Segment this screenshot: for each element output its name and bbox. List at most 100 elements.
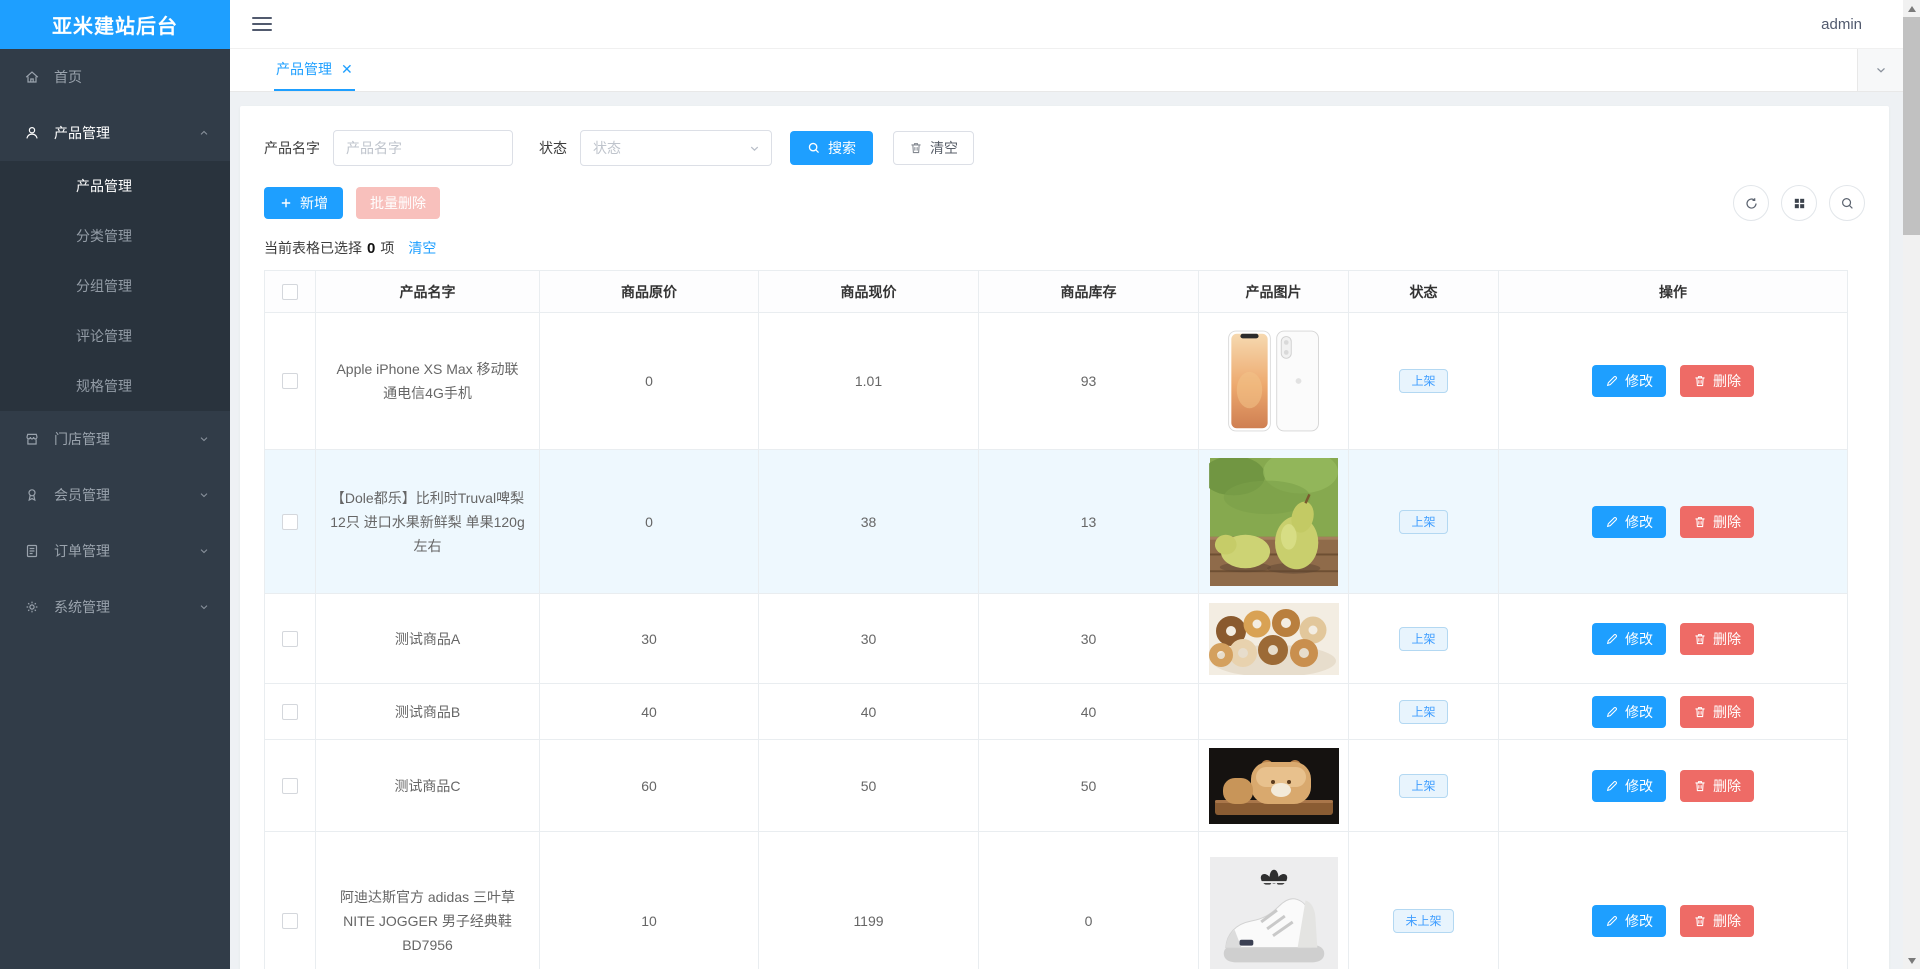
product-card: 产品名字 状态 状态 搜索 清空 新增 批量删除: [240, 106, 1889, 969]
edit-button[interactable]: 修改: [1592, 505, 1666, 538]
sidebar-item[interactable]: 订单管理: [0, 523, 230, 579]
status-label: 状态: [539, 140, 567, 156]
product-image-iphone: [1215, 326, 1333, 436]
cell-product-name: Apple iPhone XS Max 移动联通电信4G手机: [315, 312, 540, 450]
chevron-down-icon: [198, 489, 210, 501]
cell-stock: 0: [978, 831, 1199, 969]
batch-delete-button[interactable]: 批量删除: [356, 187, 440, 219]
sidebar-subitem[interactable]: 评论管理: [0, 311, 230, 361]
delete-button[interactable]: 删除: [1680, 695, 1754, 728]
edit-button[interactable]: 修改: [1592, 365, 1666, 397]
edit-button[interactable]: 修改: [1592, 695, 1666, 728]
pencil-icon: [1605, 515, 1619, 529]
columns-button[interactable]: [1781, 185, 1817, 221]
delete-button[interactable]: 删除: [1680, 505, 1754, 538]
column-header: 操作: [1498, 270, 1848, 313]
scroll-down-arrow[interactable]: [1903, 952, 1920, 969]
chevron-up-icon: [198, 127, 210, 139]
product-name-input[interactable]: [333, 130, 513, 166]
cell-original-price: 60: [539, 739, 759, 832]
selection-count: 0: [367, 239, 376, 257]
sidebar-item-label: 门店管理: [54, 431, 110, 447]
app-logo: 亚米建站后台: [0, 0, 230, 49]
cell-product-name: 阿迪达斯官方 adidas 三叶草 NITE JOGGER 男子经典鞋BD795…: [315, 831, 540, 969]
cell-current-price: 1199: [758, 831, 979, 969]
table-search-button[interactable]: [1829, 185, 1865, 221]
column-header: 状态: [1348, 270, 1499, 313]
status-badge: 上架: [1399, 773, 1448, 798]
tab-close-icon[interactable]: ✕: [341, 62, 353, 76]
cell-stock: 13: [978, 449, 1199, 594]
delete-button[interactable]: 删除: [1680, 769, 1754, 802]
cell-product-name: 测试商品B: [315, 683, 540, 740]
sidebar-subitem[interactable]: 分组管理: [0, 261, 230, 311]
cell-current-price: 30: [758, 593, 979, 684]
sidebar-item-label: 会员管理: [54, 487, 110, 503]
status-badge: 未上架: [1393, 908, 1454, 933]
row-checkbox[interactable]: [282, 373, 298, 389]
tab-product-management[interactable]: 产品管理 ✕: [274, 49, 355, 91]
chevron-down-icon: [748, 142, 761, 155]
delete-button[interactable]: 删除: [1680, 622, 1754, 655]
hamburger-menu-icon[interactable]: [252, 17, 272, 31]
pencil-icon: [1605, 374, 1619, 388]
sidebar-subitem[interactable]: 分类管理: [0, 211, 230, 261]
status-badge: 上架: [1399, 509, 1448, 534]
scroll-up-arrow[interactable]: [1903, 0, 1920, 17]
sidebar-item[interactable]: 系统管理: [0, 579, 230, 635]
trash-icon: [1693, 914, 1707, 928]
status-badge: 上架: [1399, 369, 1448, 393]
user-menu[interactable]: admin: [1821, 16, 1862, 33]
pencil-icon: [1605, 632, 1619, 646]
refresh-button[interactable]: [1733, 185, 1769, 221]
cell-product-image: [1198, 683, 1349, 740]
sidebar-item[interactable]: 会员管理: [0, 467, 230, 523]
select-all-checkbox[interactable]: [282, 283, 298, 300]
row-checkbox[interactable]: [282, 513, 298, 530]
cell-product-image: [1198, 739, 1349, 832]
trash-icon: [1693, 374, 1707, 388]
row-checkbox[interactable]: [282, 630, 298, 647]
search-button[interactable]: 搜索: [790, 131, 873, 165]
sidebar-item[interactable]: 产品管理: [0, 105, 230, 161]
edit-button[interactable]: 修改: [1592, 904, 1666, 937]
home-icon: [24, 69, 40, 85]
delete-button[interactable]: 删除: [1680, 904, 1754, 937]
delete-button[interactable]: 删除: [1680, 365, 1754, 397]
table-row: 阿迪达斯官方 adidas 三叶草 NITE JOGGER 男子经典鞋BD795…: [264, 831, 1848, 969]
trash-icon: [1693, 515, 1707, 529]
cell-original-price: 0: [539, 449, 759, 594]
product-image-donuts: [1209, 603, 1339, 675]
edit-button[interactable]: 修改: [1592, 769, 1666, 802]
cell-current-price: 40: [758, 683, 979, 740]
trash-icon: [1693, 779, 1707, 793]
table-tools: [1721, 185, 1865, 221]
grid-icon: [1792, 196, 1807, 211]
status-select[interactable]: 状态: [580, 130, 772, 166]
sidebar-item[interactable]: 门店管理: [0, 411, 230, 467]
sidebar-submenu: 产品管理 分类管理分组管理评论管理 规格管理: [0, 161, 230, 411]
vertical-scrollbar[interactable]: [1903, 0, 1920, 969]
clear-selection-link[interactable]: 清空: [408, 238, 436, 258]
table-body: Apple iPhone XS Max 移动联通电信4G手机 0 1.01 93 上架修…: [264, 312, 1848, 969]
sidebar-subitem[interactable]: 产品管理: [0, 161, 230, 211]
cell-current-price: 50: [758, 739, 979, 832]
cell-stock: 40: [978, 683, 1199, 740]
row-checkbox[interactable]: [282, 703, 298, 720]
table-row: 测试商品C 60 50 50 上架 修改 删除: [264, 739, 1848, 832]
tab-list-dropdown[interactable]: [1857, 49, 1903, 91]
user-icon: [24, 125, 40, 141]
row-checkbox[interactable]: [282, 912, 298, 929]
scrollbar-thumb[interactable]: [1903, 17, 1920, 235]
add-button[interactable]: 新增: [264, 187, 343, 219]
clear-search-button[interactable]: 清空: [893, 131, 974, 165]
gear-icon: [24, 599, 40, 615]
sidebar-item[interactable]: 首页: [0, 49, 230, 105]
edit-button[interactable]: 修改: [1592, 622, 1666, 655]
sidebar-subitem[interactable]: 规格管理: [0, 361, 230, 411]
cell-product-image: [1198, 593, 1349, 684]
product-image-bread: [1209, 748, 1339, 824]
sidebar-subitem-label: 分组管理: [76, 278, 132, 294]
row-checkbox[interactable]: [282, 777, 298, 794]
table-row: 【Dole都乐】比利时Truval啤梨12只 进口水果新鲜梨 单果120g左右 0…: [264, 449, 1848, 594]
